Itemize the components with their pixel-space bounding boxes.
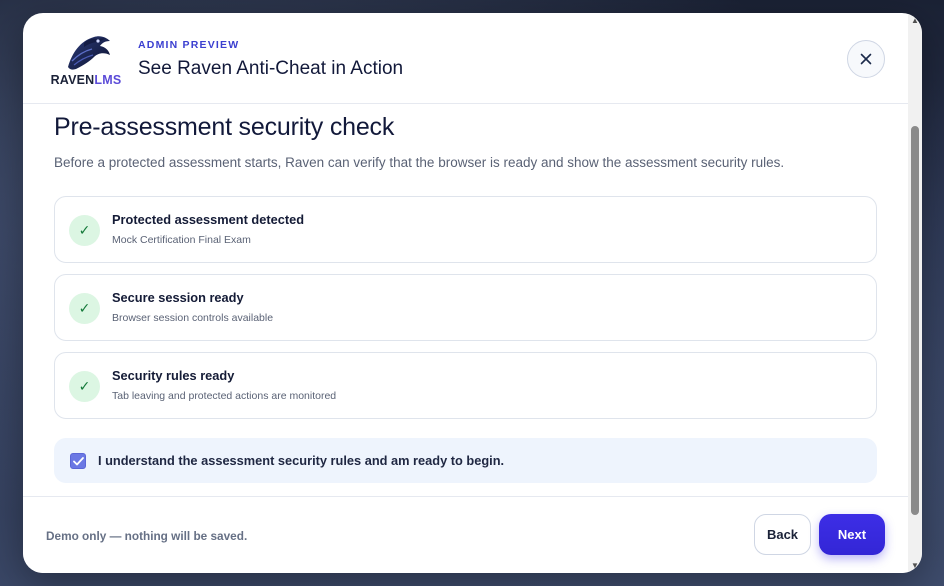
check-item-assessment-detected: ✓ Protected assessment detected Mock Cer… — [54, 196, 877, 263]
raven-bird-icon — [68, 36, 110, 70]
check-icon: ✓ — [69, 293, 100, 324]
check-icon: ✓ — [69, 371, 100, 402]
check-item-security-rules: ✓ Security rules ready Tab leaving and p… — [54, 352, 877, 419]
scroll-down-icon[interactable]: ▼ — [910, 560, 920, 570]
check-title: Protected assessment detected — [112, 212, 305, 227]
demo-note: Demo only — nothing will be saved. — [46, 529, 248, 543]
preview-modal: RAVENLMS ADMIN PREVIEW See Raven Anti-Ch… — [23, 13, 922, 573]
check-icon: ✓ — [69, 215, 100, 246]
scroll-up-icon[interactable]: ▲ — [910, 15, 920, 25]
checkbox-check-icon — [72, 456, 84, 465]
raven-lms-logo: RAVENLMS — [44, 31, 126, 89]
logo-wordmark-primary: RAVEN — [50, 73, 95, 87]
check-item-secure-session: ✓ Secure session ready Browser session c… — [54, 274, 877, 341]
logo-wordmark: RAVENLMS — [44, 73, 128, 87]
back-button[interactable]: Back — [754, 514, 811, 555]
close-icon — [860, 53, 872, 65]
close-button[interactable] — [847, 40, 885, 78]
modal-header: RAVENLMS ADMIN PREVIEW See Raven Anti-Ch… — [23, 13, 908, 104]
page-title: Pre-assessment security check — [54, 113, 395, 141]
modal-scrollbar[interactable]: ▲ ▼ — [908, 13, 922, 573]
modal-title: See Raven Anti-Cheat in Action — [138, 58, 404, 79]
security-check-list: ✓ Protected assessment detected Mock Cer… — [54, 196, 877, 430]
next-button[interactable]: Next — [819, 514, 885, 555]
logo-wordmark-secondary: LMS — [94, 73, 122, 87]
check-subtitle: Mock Certification Final Exam — [112, 234, 251, 246]
check-subtitle: Tab leaving and protected actions are mo… — [112, 390, 337, 402]
modal-content: Pre-assessment security check Before a p… — [54, 113, 877, 483]
page-description: Before a protected assessment starts, Ra… — [54, 155, 785, 170]
modal-footer: Demo only — nothing will be saved. Back … — [23, 496, 908, 573]
check-title: Secure session ready — [112, 290, 244, 305]
check-subtitle: Browser session controls available — [112, 312, 274, 324]
header-eyebrow: ADMIN PREVIEW — [138, 39, 240, 51]
scrollbar-thumb[interactable] — [911, 126, 919, 515]
agreement-label[interactable]: I understand the assessment security rul… — [98, 453, 504, 468]
check-title: Security rules ready — [112, 368, 235, 383]
agreement-checkbox[interactable] — [70, 453, 86, 469]
agreement-row[interactable]: I understand the assessment security rul… — [54, 438, 877, 483]
